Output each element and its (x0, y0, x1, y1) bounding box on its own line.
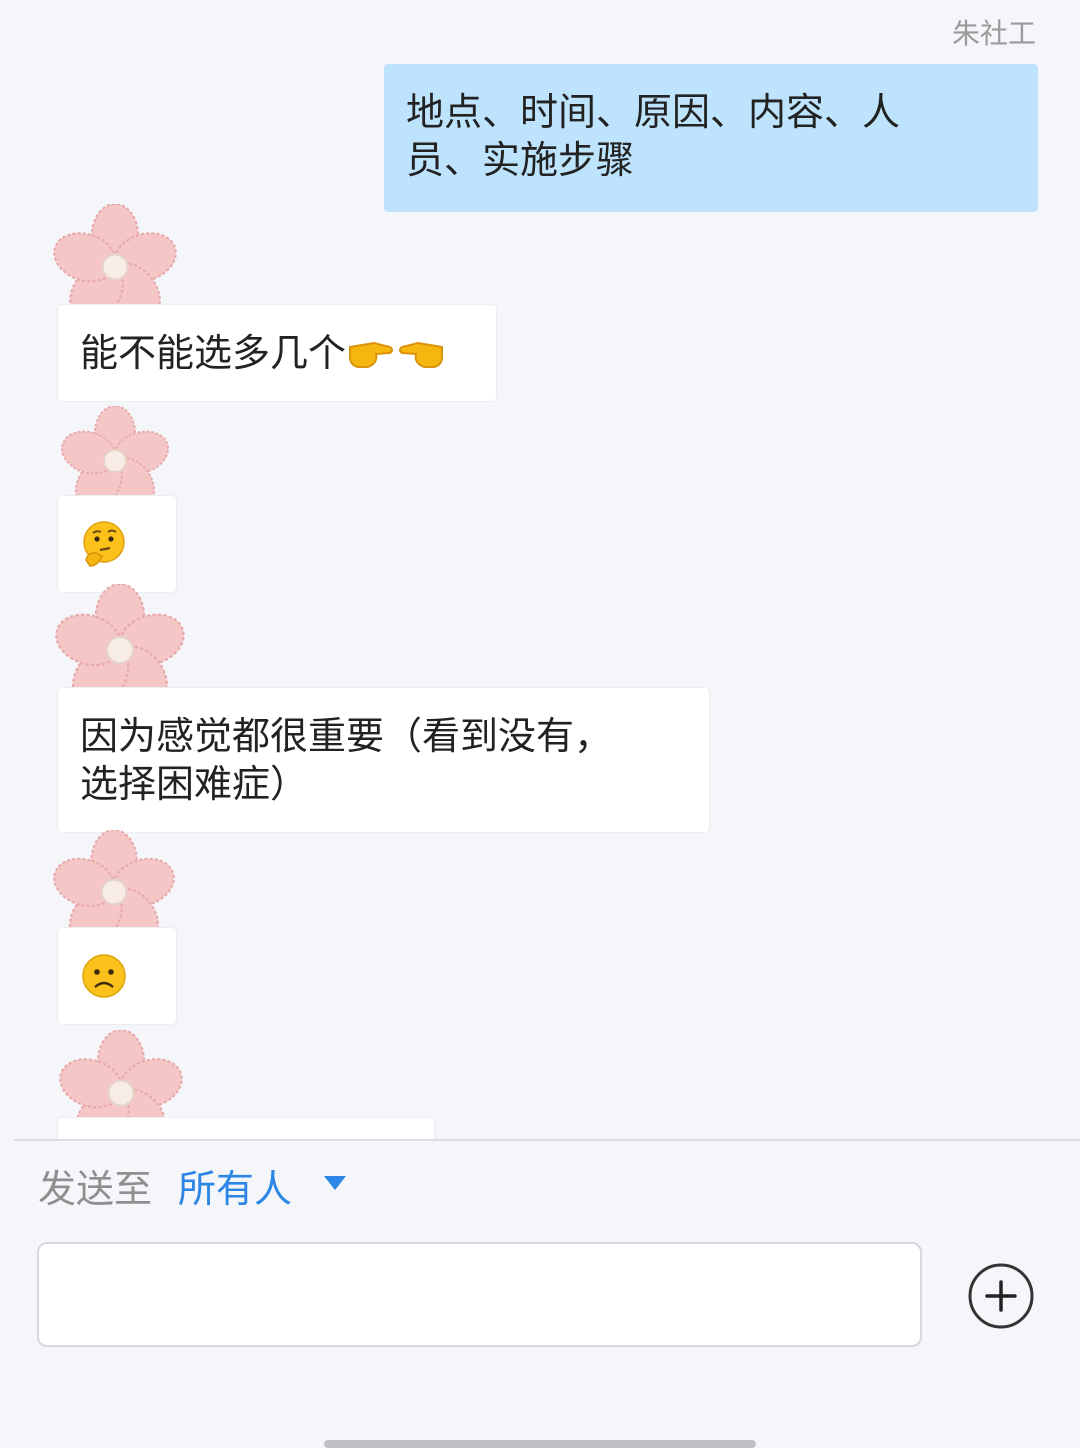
thinking-face-icon (83, 521, 125, 567)
message-text-line: 因为感觉都很重要（看到没有， (80, 714, 613, 758)
message-text-line: 地点、时间、原因、内容、人 (406, 90, 901, 134)
add-attachment-button[interactable] (968, 1263, 1034, 1329)
finger-point-left-icon (399, 341, 444, 368)
incoming-message-bubble[interactable]: 因为感觉都很重要（看到没有， 选择困难症） (58, 688, 709, 832)
outgoing-message-bubble[interactable]: 地点、时间、原因、内容、人 员、实施步骤 (384, 64, 1038, 212)
recipient-selector[interactable]: 所有人 (178, 1158, 292, 1213)
message-text-line: 选择困难症） (80, 762, 309, 806)
home-indicator[interactable] (324, 1440, 756, 1448)
composer-divider (14, 1139, 1080, 1141)
incoming-message-bubble[interactable]: 能不能选多几个 (58, 305, 496, 401)
frowning-face-icon (82, 954, 126, 998)
message-text: 能不能选多几个 (80, 331, 347, 375)
incoming-message-bubble[interactable] (58, 1118, 434, 1140)
send-to-label: 发送至 (38, 1167, 153, 1211)
chat-message-list[interactable]: 朱社工 地点、时间、原因、内容、人 员、实施步骤 能不能选多几个 因为感觉都很重… (0, 0, 1080, 1140)
message-input[interactable] (37, 1242, 922, 1347)
sender-name: 朱社工 (951, 17, 1036, 50)
incoming-message-bubble[interactable] (58, 928, 176, 1024)
message-text-line: 员、实施步骤 (406, 138, 635, 182)
caret-down-icon[interactable] (324, 1176, 346, 1190)
finger-point-right-icon (349, 341, 394, 368)
incoming-message-bubble[interactable] (58, 496, 176, 592)
plus-icon (968, 1263, 1034, 1329)
